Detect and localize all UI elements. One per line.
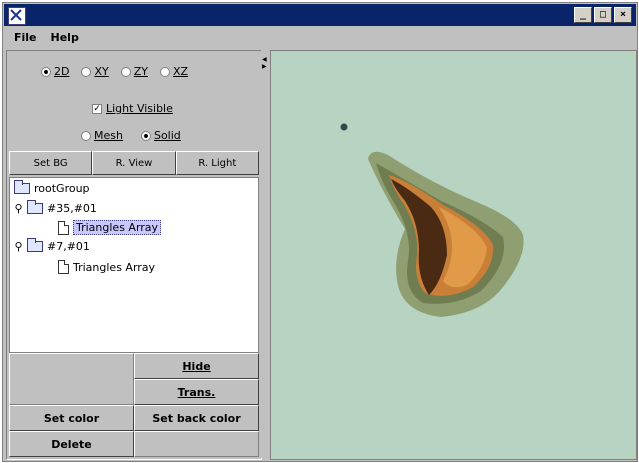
delete-button[interactable]: Delete	[9, 431, 134, 457]
render-mode-group: Mesh Solid	[81, 129, 181, 142]
tree-node-root[interactable]: rootGroup	[14, 180, 90, 195]
radio-mesh-indicator[interactable]	[81, 130, 91, 141]
radio-zy-indicator[interactable]	[120, 66, 131, 77]
light-visible-label: Light Visible	[106, 102, 173, 115]
set-bg-button[interactable]: Set BG	[9, 151, 93, 175]
radio-xy-label: XY	[94, 65, 109, 78]
splitter-arrows-icon[interactable]: ◀ ▶	[262, 56, 267, 70]
tree-node-group2[interactable]: ⚲ #7,#01	[14, 238, 90, 253]
app-icon[interactable]	[8, 7, 26, 25]
tree-node-label: Triangles Array	[73, 260, 156, 274]
expand-handle-icon[interactable]: ⚲	[14, 202, 23, 215]
light-source-marker	[340, 123, 348, 131]
reset-light-button[interactable]: R. Light	[175, 151, 259, 175]
menu-bar: File Help	[4, 27, 636, 47]
panel-splitter[interactable]: ◀ ▶	[261, 50, 269, 458]
scene-tree[interactable]: rootGroup ⚲ #35,#01 Triangles Array ⚲ #7…	[9, 177, 259, 353]
tree-node-label-selected: Triangles Array	[73, 220, 162, 235]
set-back-color-button[interactable]: Set back color	[134, 405, 259, 431]
radio-solid-indicator[interactable]	[140, 130, 151, 141]
empty-cell	[134, 431, 259, 457]
empty-cell	[9, 353, 134, 405]
radio-xz[interactable]: XZ	[160, 65, 188, 78]
tree-node-label: rootGroup	[34, 182, 90, 195]
radio-zy-label: ZY	[133, 65, 148, 78]
document-icon	[58, 260, 69, 274]
radio-mesh-label: Mesh	[94, 129, 123, 142]
tree-node-label: #35,#01	[47, 202, 97, 215]
menu-file[interactable]: File	[12, 30, 39, 45]
set-color-button[interactable]: Set color	[9, 405, 134, 431]
radio-2d[interactable]: 2D	[41, 65, 69, 78]
surface-render	[340, 123, 524, 317]
reset-view-button[interactable]: R. View	[92, 151, 176, 175]
view-toolbar: Set BG R. View R. Light	[9, 151, 259, 175]
title-bar[interactable]: _ □ ×	[4, 4, 636, 26]
control-panel: 2D XY ZY XZ ✓ Light Visible Mesh Solid S…	[6, 50, 262, 460]
light-visible-check[interactable]: ✓	[92, 103, 102, 114]
hide-label: Hide	[182, 359, 211, 373]
expand-handle-icon[interactable]: ⚲	[14, 240, 23, 253]
menu-help[interactable]: Help	[49, 30, 81, 45]
radio-solid-label: Solid	[153, 129, 181, 142]
3d-viewport[interactable]	[270, 50, 637, 460]
radio-2d-indicator[interactable]	[41, 66, 51, 77]
tree-node-group2-child[interactable]: Triangles Array	[58, 260, 155, 274]
action-buttons: Hide Trans. Set color Set back color Del…	[9, 353, 259, 457]
trans-button[interactable]: Trans.	[134, 379, 259, 405]
minimize-button[interactable]: _	[574, 7, 592, 23]
radio-xy-indicator[interactable]	[81, 66, 92, 77]
close-button[interactable]: ×	[614, 7, 632, 23]
folder-icon	[27, 238, 43, 252]
app-window: _ □ × File Help 2D XY ZY XZ ✓ Light Visi…	[2, 2, 638, 462]
folder-icon	[14, 180, 30, 194]
hide-button[interactable]: Hide	[134, 353, 259, 379]
radio-xz-label: XZ	[173, 65, 189, 78]
projection-group: 2D XY ZY XZ	[41, 65, 188, 78]
radio-xz-indicator[interactable]	[160, 66, 170, 77]
radio-mesh[interactable]: Mesh	[81, 129, 123, 142]
trans-label: Trans.	[177, 385, 216, 399]
tree-node-label: #7,#01	[47, 240, 90, 253]
document-icon	[58, 220, 69, 235]
light-visible-checkbox[interactable]: ✓ Light Visible	[92, 102, 173, 115]
radio-zy[interactable]: ZY	[120, 65, 148, 78]
tree-node-group1[interactable]: ⚲ #35,#01	[14, 200, 97, 215]
maximize-button[interactable]: □	[594, 7, 612, 23]
radio-2d-label: 2D	[54, 65, 70, 78]
folder-icon	[27, 200, 43, 214]
radio-xy[interactable]: XY	[81, 65, 109, 78]
radio-solid[interactable]: Solid	[140, 129, 181, 142]
tree-node-group1-child[interactable]: Triangles Array	[58, 220, 162, 235]
